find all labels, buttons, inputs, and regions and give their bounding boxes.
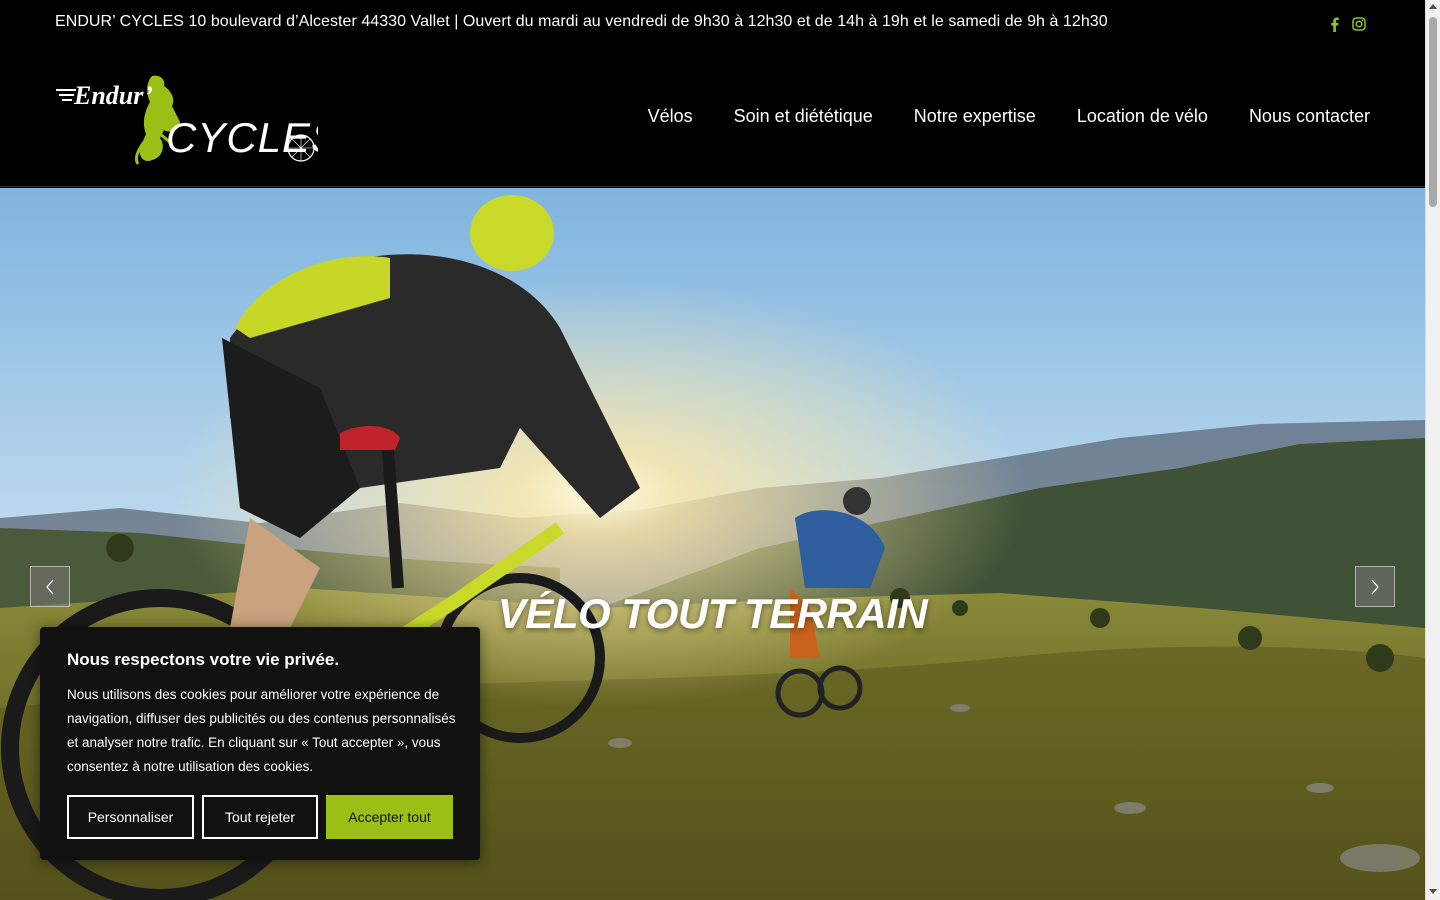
cookie-consent-banner: Nous respectons votre vie privée. Nous u… — [40, 627, 480, 860]
scroll-up-arrow[interactable] — [1429, 4, 1437, 9]
nav-item-notre-expertise[interactable]: Notre expertise — [914, 106, 1036, 127]
facebook-icon — [1330, 16, 1339, 32]
page-scrollbar[interactable] — [1425, 0, 1440, 900]
cookie-description: Nous utilisons des cookies pour améliore… — [67, 687, 456, 774]
nav-item-velos[interactable]: Vélos — [648, 106, 693, 127]
instagram-link[interactable] — [1350, 14, 1368, 34]
nav-item-nous-contacter[interactable]: Nous contacter — [1249, 106, 1370, 127]
slider-prev-button[interactable] — [30, 566, 70, 607]
top-info-bar: ENDUR’ CYCLES 10 boulevard d’Alcester 44… — [0, 0, 1425, 48]
facebook-link[interactable] — [1325, 14, 1343, 34]
customize-cookies-button[interactable]: Personnaliser — [67, 795, 194, 839]
scroll-thumb[interactable] — [1429, 17, 1437, 207]
reject-all-cookies-button[interactable]: Tout rejeter — [202, 795, 318, 839]
chevron-right-icon — [1371, 579, 1379, 594]
slider-next-button[interactable] — [1355, 566, 1395, 607]
instagram-icon — [1352, 17, 1366, 31]
store-info-text: ENDUR’ CYCLES 10 boulevard d’Alcester 44… — [55, 13, 1108, 30]
logo-word-endur: Endur’ — [73, 81, 153, 110]
nav-item-location-velo[interactable]: Location de vélo — [1077, 106, 1208, 127]
cookie-title: Nous respectons votre vie privée. — [67, 650, 340, 669]
site-logo[interactable]: Endur’ CYCLES — [54, 72, 339, 166]
accept-all-cookies-button[interactable]: Accepter tout — [326, 795, 453, 839]
scroll-down-arrow[interactable] — [1429, 889, 1437, 894]
chevron-left-icon — [46, 579, 54, 594]
site-header: Endur’ CYCLES Vélos Soin et diététique N… — [0, 48, 1425, 187]
main-nav: Vélos Soin et diététique Notre expertise… — [607, 106, 1370, 127]
nav-item-soin-dietetique[interactable]: Soin et diététique — [734, 106, 873, 127]
